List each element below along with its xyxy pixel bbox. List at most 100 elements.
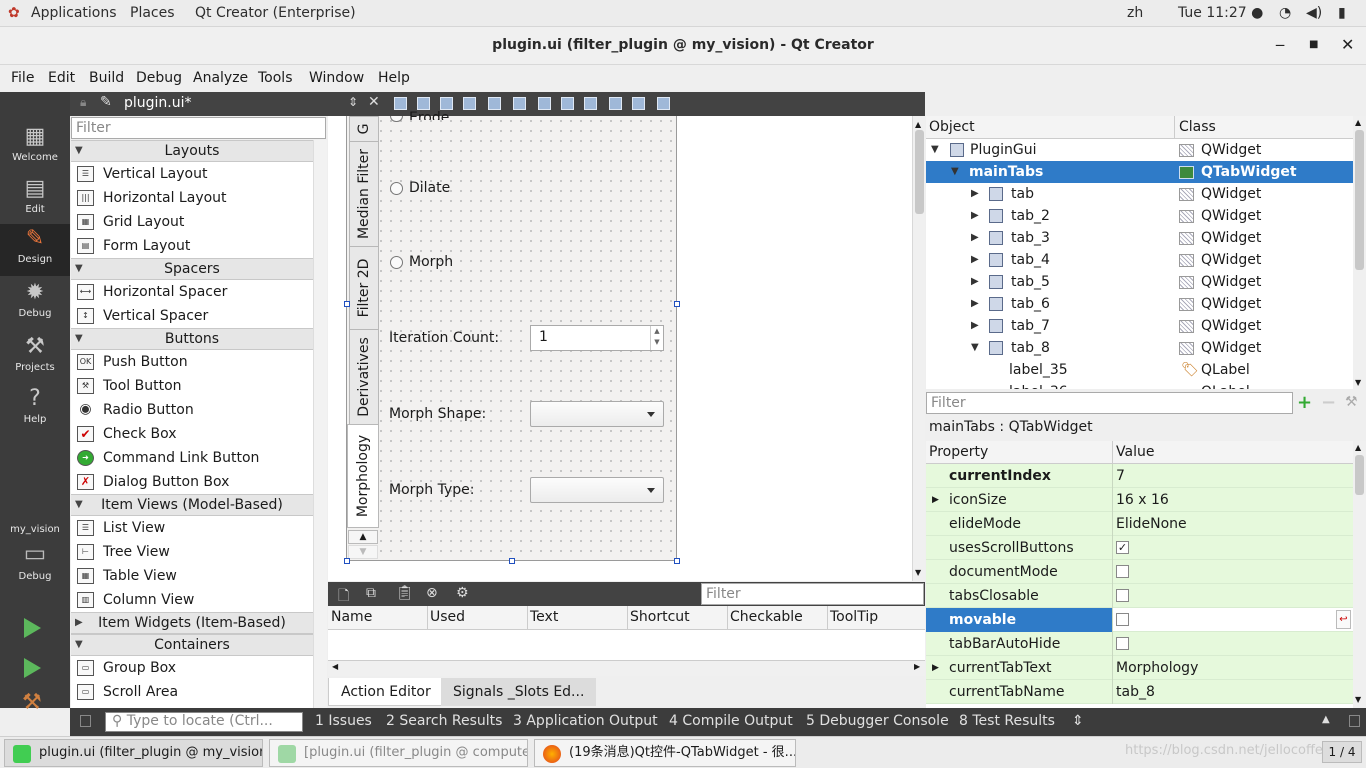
property-filter-input[interactable]: Filter: [926, 392, 1293, 414]
tree-row[interactable]: ▶ tab QWidget: [926, 183, 1353, 205]
category-item-widgets[interactable]: ▶ Item Widgets (Item-Based): [71, 612, 313, 634]
layout-horizontal-icon[interactable]: [488, 97, 501, 110]
widget-dialog-button-box[interactable]: ✗ Dialog Button Box: [71, 470, 313, 494]
resize-handle[interactable]: [509, 558, 515, 564]
morph-shape-combo[interactable]: [530, 401, 664, 427]
pane-application-output[interactable]: 3 Application Output: [513, 713, 658, 729]
resize-handle[interactable]: [674, 301, 680, 307]
battery-icon[interactable]: ▮: [1338, 5, 1346, 21]
mode-help[interactable]: ? Help: [0, 384, 70, 436]
scroll-left-icon[interactable]: ◀: [332, 662, 338, 671]
widget-tree-view[interactable]: ⊢ Tree View: [71, 540, 313, 564]
widget-table-view[interactable]: ▦ Table View: [71, 564, 313, 588]
pane-issues[interactable]: 1 Issues: [315, 713, 372, 729]
action-table-body[interactable]: [328, 630, 925, 660]
resize-handle[interactable]: [344, 301, 350, 307]
widget-vertical-spacer[interactable]: ↕ Vertical Spacer: [71, 304, 313, 328]
spin-arrows-icon[interactable]: ▲ ▼: [650, 326, 663, 350]
property-row[interactable]: ▶ iconSize 16 x 16: [926, 488, 1353, 512]
col-text[interactable]: Text: [530, 609, 558, 625]
col-checkable[interactable]: Checkable: [730, 609, 803, 625]
places-menu[interactable]: Places: [130, 5, 175, 21]
minimize-button[interactable]: ‒: [1275, 35, 1285, 54]
menu-analyze[interactable]: Analyze: [193, 70, 248, 86]
iteration-count-spinbox[interactable]: 1: [530, 325, 664, 351]
edit-tab-order-icon[interactable]: [463, 97, 476, 110]
property-value[interactable]: Morphology: [1116, 656, 1198, 680]
widget-box-scrollbar[interactable]: [313, 140, 327, 708]
tab-g[interactable]: G: [349, 116, 379, 142]
tab-derivatives[interactable]: Derivatives: [349, 329, 379, 425]
scroll-right-icon[interactable]: ▶: [914, 662, 920, 671]
pane-test-results[interactable]: 8 Test Results: [959, 713, 1055, 729]
tree-row[interactable]: ▶ tab_3 QWidget: [926, 227, 1353, 249]
col-used[interactable]: Used: [430, 609, 465, 625]
gnome-foot-icon[interactable]: ✿: [8, 5, 20, 21]
tabs-closable-checkbox[interactable]: [1116, 589, 1129, 602]
layout-grid-icon[interactable]: [609, 97, 622, 110]
task-firefox[interactable]: (19条消息)Qt控件-QTabWidget - 很...: [534, 739, 796, 767]
resize-handle[interactable]: [674, 558, 680, 564]
col-name[interactable]: Name: [331, 609, 372, 625]
mode-debug[interactable]: ✹ Debug: [0, 278, 70, 330]
updown-icon[interactable]: ⇕: [348, 95, 358, 109]
action-filter-input[interactable]: Filter: [701, 583, 924, 605]
action-table-hscrollbar[interactable]: ◀ ▶: [328, 660, 925, 676]
expand-arrow-icon[interactable]: ▶: [932, 656, 939, 680]
layout-splitter-v-icon[interactable]: [561, 97, 574, 110]
tree-row[interactable]: ▼ PluginGui QWidget: [926, 139, 1353, 161]
expand-arrow-icon[interactable]: ▶: [971, 183, 979, 205]
tab-scroll-up-button[interactable]: ▲: [348, 530, 378, 544]
category-layouts[interactable]: ▼ Layouts: [71, 140, 313, 162]
collapse-arrow-icon[interactable]: ▼: [971, 337, 979, 359]
widget-scroll-area[interactable]: ▭ Scroll Area: [71, 680, 313, 704]
tree-row[interactable]: ▶ tab_5 QWidget: [926, 271, 1353, 293]
tab-morphology[interactable]: Morphology: [347, 424, 379, 528]
widget-column-view[interactable]: ▥ Column View: [71, 588, 313, 612]
tab-action-editor[interactable]: Action Editor: [328, 678, 444, 706]
property-scrollbar[interactable]: ▲ ▼: [1353, 441, 1366, 708]
widget-grid-layout[interactable]: ▦ Grid Layout: [71, 210, 313, 234]
tabbar-autohide-checkbox[interactable]: [1116, 637, 1129, 650]
col-object[interactable]: Object: [929, 119, 975, 135]
tree-row[interactable]: ▶ tab_2 QWidget: [926, 205, 1353, 227]
copy-action-icon[interactable]: ⧉: [366, 585, 376, 601]
property-row[interactable]: currentTabName tab_8: [926, 680, 1353, 704]
widget-radio-button[interactable]: ◉ Radio Button: [71, 398, 313, 422]
menu-help[interactable]: Help: [378, 70, 410, 86]
col-class[interactable]: Class: [1179, 119, 1216, 135]
morph-type-combo[interactable]: [530, 477, 664, 503]
build-hammer-icon[interactable]: ⚒: [22, 690, 42, 715]
input-method[interactable]: zh: [1127, 5, 1143, 21]
menu-build[interactable]: Build: [89, 70, 124, 86]
tree-row[interactable]: ▼ tab_8 QWidget: [926, 337, 1353, 359]
pane-compile-output[interactable]: 4 Compile Output: [669, 713, 793, 729]
edit-buddies-icon[interactable]: [440, 97, 453, 110]
property-value[interactable]: 16 x 16: [1116, 488, 1169, 512]
tab-filter-2d[interactable]: Filter 2D: [349, 246, 379, 330]
expand-arrow-icon[interactable]: ▶: [971, 205, 979, 227]
menu-window[interactable]: Window: [309, 70, 364, 86]
col-shortcut[interactable]: Shortcut: [630, 609, 690, 625]
delete-action-icon[interactable]: ⊗: [426, 585, 438, 601]
pane-debugger-console[interactable]: 5 Debugger Console: [806, 713, 949, 729]
scroll-up-icon[interactable]: ▲: [915, 120, 921, 129]
category-buttons[interactable]: ▼ Buttons: [71, 328, 313, 350]
expand-arrow-icon[interactable]: ▶: [932, 488, 939, 512]
widget-list-view[interactable]: ☰ List View: [71, 516, 313, 540]
task-qtcreator[interactable]: plugin.ui (filter_plugin @ my_vision)...: [4, 739, 263, 767]
menu-edit[interactable]: Edit: [48, 70, 75, 86]
property-value[interactable]: ElideNone: [1116, 512, 1187, 536]
mode-edit[interactable]: ▤ Edit: [0, 174, 70, 226]
tree-row[interactable]: ▶ tab_7 QWidget: [926, 315, 1353, 337]
tree-row[interactable]: label_35 🏷︎ QLabel: [926, 359, 1353, 381]
property-row[interactable]: ▶ currentTabText Morphology: [926, 656, 1353, 680]
mode-welcome[interactable]: ▦ Welcome: [0, 122, 70, 174]
collapse-arrow-icon[interactable]: ▼: [951, 161, 959, 183]
widget-check-box[interactable]: ✔ Check Box: [71, 422, 313, 446]
widget-push-button[interactable]: OK Push Button: [71, 350, 313, 374]
adjust-size-icon[interactable]: [657, 97, 670, 110]
expand-arrow-icon[interactable]: ▶: [971, 227, 979, 249]
active-app-name[interactable]: Qt Creator (Enterprise): [195, 5, 356, 21]
object-tree-scrollbar[interactable]: ▲ ▼: [1353, 116, 1366, 390]
